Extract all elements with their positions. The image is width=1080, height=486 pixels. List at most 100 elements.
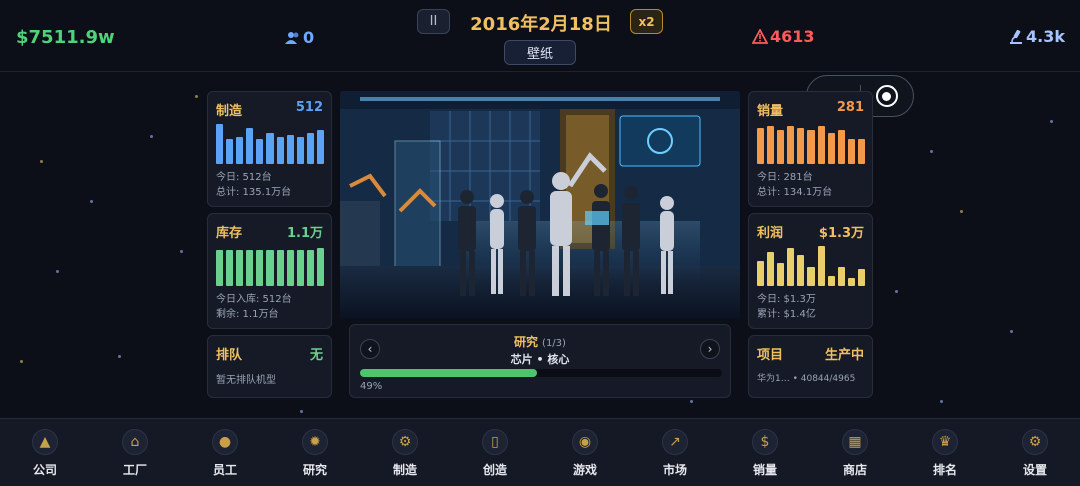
game-date: 2016年2月18日 [470,14,612,35]
profit-title: 利润 [757,226,784,241]
sales-bar-chart [757,122,866,164]
research-title-row: 研究 (1/3) [350,333,730,350]
chart-bar [827,132,835,164]
queue-title: 排队 [216,348,243,363]
chart-bar [777,262,785,286]
sales-value: 281 [836,100,864,115]
manufacture-icon: ⚙ [392,429,418,455]
staff-count[interactable]: 0 [285,28,314,47]
manufacture-title: 制造 [216,104,243,119]
chart-bar [837,267,845,286]
nav-item-manufacture[interactable]: ⚙ 制造 [360,419,450,486]
shop-icon: ▦ [842,429,868,455]
chart-bar [266,250,274,286]
top-status-bar: $7511.9w 0 II 2016年2月18日 x2 壁纸 4613 4.3k [0,0,1080,72]
nav-item-factory[interactable]: ⌂ 工厂 [90,419,180,486]
chart-bar [767,126,775,164]
alert-count-value: 4613 [770,27,815,46]
bottom-navigation: ▲ 公司 ⌂ 工厂 ● 员工 ✹ 研究 ⚙ 制造 ▯ 创造 ◉ 游戏 ↗ 市场 $ 销量 ▦ 商店 ♛ 排名 ⚙ 设置 [0,418,1080,486]
manufacture-today: 今日: 512台 [216,172,272,183]
research-icon: ✹ [302,429,328,455]
chart-bar [276,250,284,286]
profit-bar-chart [757,244,866,286]
sales-icon: $ [752,429,778,455]
chart-bar [316,130,325,164]
project-title: 项目 [757,348,784,363]
chart-bar [216,250,224,286]
nav-item-research[interactable]: ✹ 研究 [270,419,360,486]
chart-bar [286,250,294,286]
sales-title: 销量 [757,104,784,119]
research-title: 研究 [514,335,539,349]
nav-item-ranking[interactable]: ♛ 排名 [900,419,990,486]
sales-card[interactable]: 销量 281 今日: 281台 总计: 134.1万台 [748,91,873,207]
nav-item-market[interactable]: ↗ 市场 [630,419,720,486]
manufacture-bar-chart [216,122,325,164]
queue-card[interactable]: 排队 无 暂无排队机型 [207,335,332,398]
chart-bar [857,269,866,286]
create-icon: ▯ [482,429,508,455]
settings-icon: ⚙ [1022,429,1048,455]
chart-bar [857,138,866,164]
project-card[interactable]: 项目 生产中 华为1… • 40844/4965 [748,335,873,398]
microscope-icon [1010,29,1022,44]
chart-bar [807,267,815,286]
pause-button[interactable]: II [417,9,450,34]
nav-item-create[interactable]: ▯ 创造 [450,419,540,486]
chart-bar [837,130,845,164]
nav-item-label: 员工 [212,463,237,477]
chart-bar [306,250,314,286]
chart-bar [216,124,224,164]
nav-item-label: 设置 [1022,463,1047,477]
inventory-card[interactable]: 库存 1.1万 今日入库: 512台 剩余: 1.1万台 [207,213,332,329]
chart-bar [847,138,855,164]
chart-bar [817,126,825,164]
inventory-value: 1.1万 [286,226,323,241]
chart-bar [226,138,234,164]
research-percent: 49% [360,381,383,392]
nav-item-label: 工厂 [122,463,147,477]
project-status: 生产中 [824,348,864,363]
speed-button[interactable]: x2 [630,9,663,34]
chart-bar [777,130,785,164]
queue-value: 无 [309,348,323,363]
chart-bar [316,248,325,286]
game-icon: ◉ [572,429,598,455]
chart-bar [296,136,304,164]
alert-count[interactable]: 4613 [752,27,815,46]
chart-bar [306,132,314,164]
project-progress: 华为1… • 40844/4965 [757,374,856,384]
nav-item-label: 研究 [302,463,327,477]
profit-card[interactable]: 利润 $1.3万 今日: $1.3万 累计: $1.4亿 [748,213,873,329]
nav-item-settings[interactable]: ⚙ 设置 [990,419,1080,486]
chart-bar [266,132,274,164]
chart-bar [757,260,765,286]
nav-item-game[interactable]: ◉ 游戏 [540,419,630,486]
nav-item-label: 制造 [392,463,417,477]
manufacture-card[interactable]: 制造 512 今日: 512台 总计: 135.1万台 [207,91,332,207]
chart-bar [787,248,795,286]
employee-icon: ● [212,429,238,455]
queue-status: 暂无排队机型 [216,375,276,386]
profit-value: $1.3万 [818,226,864,241]
factory-scene-image [340,91,740,319]
nav-item-label: 排名 [932,463,957,477]
research-panel[interactable]: ‹ › 研究 (1/3) 芯片 • 核心 49% [349,324,731,398]
inventory-today: 今日入库: 512台 [216,294,292,305]
chart-bar [256,250,264,286]
inventory-title: 库存 [216,226,243,241]
research-progress-fill [360,369,538,377]
chart-bar [286,134,294,164]
wallpaper-button[interactable]: 壁纸 [504,40,576,65]
nav-item-shop[interactable]: ▦ 商店 [810,419,900,486]
inventory-remaining: 剩余: 1.1万台 [216,309,279,320]
fans-count[interactable]: 4.3k [1008,27,1065,46]
nav-item-label: 公司 [32,463,57,477]
nav-item-company[interactable]: ▲ 公司 [0,419,90,486]
chart-bar [797,254,805,286]
chart-bar [807,130,815,164]
chart-bar [757,128,765,164]
nav-item-employee[interactable]: ● 员工 [180,419,270,486]
nav-item-sales[interactable]: $ 销量 [720,419,810,486]
profit-cumulative: 累计: $1.4亿 [757,309,816,320]
